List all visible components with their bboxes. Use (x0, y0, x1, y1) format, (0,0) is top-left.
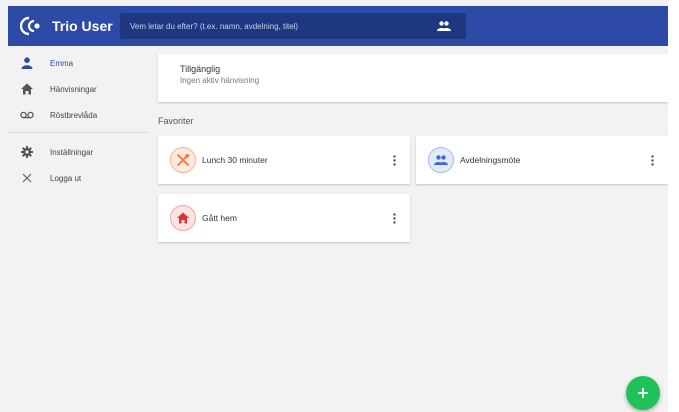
favorite-label: Lunch 30 minuter (202, 155, 268, 165)
sidebar-item-rostbrevlada[interactable]: Röstbrevlåda (8, 102, 148, 128)
app-name: Trio User (52, 18, 113, 34)
status-subtitle: Ingen aktiv hänvisning (180, 76, 260, 85)
favorite-card-lunch[interactable]: Lunch 30 minuter (158, 136, 410, 184)
sidebar-item-hanvisningar[interactable]: Hänvisningar (8, 76, 148, 102)
favorite-label: Avdelningsmöte (460, 155, 521, 165)
gear-icon (20, 145, 34, 159)
close-icon (20, 171, 34, 185)
scrollbar[interactable] (668, 0, 679, 412)
favorite-card-avdelningsmote[interactable]: Avdelningsmöte (416, 136, 668, 184)
status-title: Tillgänglig (180, 64, 221, 74)
sidebar-item-installningar[interactable]: Inställningar (8, 139, 148, 165)
search-bar (120, 13, 466, 39)
status-card[interactable]: Tillgänglig Ingen aktiv hänvisning (158, 54, 668, 102)
utensils-icon (170, 147, 196, 173)
favorite-card-gatt-hem[interactable]: Gått hem (158, 194, 410, 242)
home-icon (170, 205, 196, 231)
favorite-label: Gått hem (202, 213, 237, 223)
sidebar-item-label: Emma (50, 58, 74, 68)
sidebar-item-label: Logga ut (50, 173, 82, 183)
trio-logo-icon (19, 16, 44, 36)
person-icon (20, 56, 34, 70)
people-icon[interactable] (432, 14, 456, 38)
sidebar-item-logga-ut[interactable]: Logga ut (8, 165, 148, 191)
more-vert-icon[interactable] (384, 208, 404, 228)
sidebar: Emma Hänvisningar Röstbrevlåda Inställni… (8, 46, 148, 412)
sidebar-item-emma[interactable]: Emma (8, 50, 148, 76)
more-vert-icon[interactable] (384, 150, 404, 170)
search-input[interactable] (120, 13, 432, 39)
sidebar-item-label: Inställningar (50, 147, 94, 157)
more-vert-icon[interactable] (642, 150, 662, 170)
voicemail-icon (20, 108, 34, 122)
app-header: Trio User (8, 6, 668, 46)
plus-icon (638, 388, 648, 398)
sidebar-item-label: Röstbrevlåda (50, 110, 98, 120)
favorites-heading: Favoriter (158, 116, 194, 126)
add-button[interactable] (626, 376, 660, 410)
sidebar-divider (8, 132, 148, 133)
brand[interactable]: Trio User (8, 6, 120, 46)
app-frame: Trio User Emma (0, 0, 668, 412)
group-icon (428, 147, 454, 173)
home-icon (20, 82, 34, 96)
sidebar-item-label: Hänvisningar (50, 84, 97, 94)
